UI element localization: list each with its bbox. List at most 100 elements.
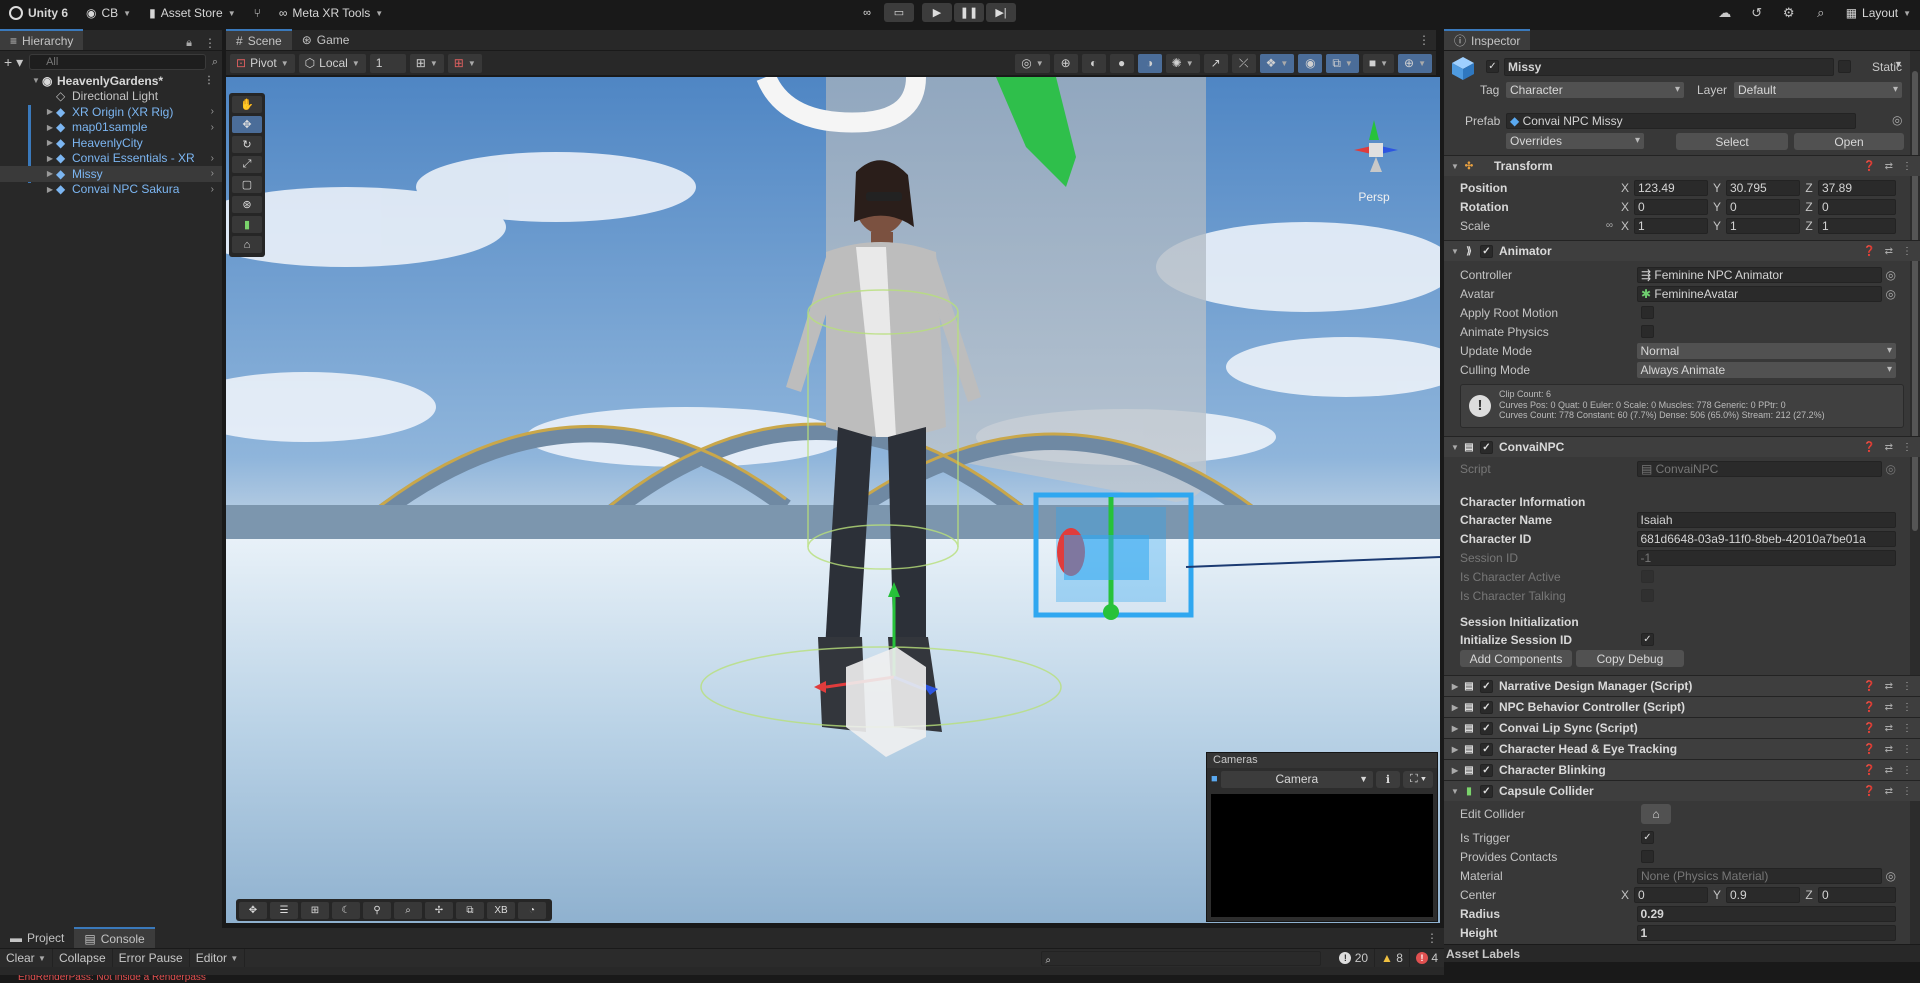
list-item-selected[interactable]: ▶ ◆ Missy › <box>0 166 222 182</box>
link-icon[interactable]: ∞ <box>1606 220 1619 231</box>
list-item[interactable]: ▶ ◆ Convai Essentials - XR › <box>0 151 222 167</box>
convai-npc-component-header[interactable]: ▼ ▤ ✓ ConvaiNPC ❓ ⇄ ⋮ <box>1444 436 1920 457</box>
npc-behavior-controller-header[interactable]: ▶ ▤ ✓ NPC Behavior Controller (Script) ❓… <box>1444 696 1920 717</box>
unity-menu[interactable]: Unity 6 <box>0 0 77 26</box>
center-x-field[interactable]: 0 <box>1634 886 1708 903</box>
component-enabled-checkbox[interactable]: ✓ <box>1480 440 1493 454</box>
help-icon[interactable]: ❓ <box>1863 681 1875 692</box>
status-message[interactable]: EndRenderPass: Not inside a Renderpass <box>18 975 206 983</box>
edit-collider-tool-button[interactable]: ⌂ <box>232 236 262 253</box>
preset-icon[interactable]: ⇄ <box>1885 723 1893 734</box>
chevron-right-icon[interactable]: › <box>211 168 214 179</box>
help-icon[interactable]: ❓ <box>1863 723 1875 734</box>
rotate-tool-button[interactable]: ↻ <box>232 136 262 153</box>
chevron-down-icon[interactable]: ▼ <box>1448 247 1462 256</box>
chevron-right-icon[interactable]: ▶ <box>1448 766 1462 775</box>
center-z-field[interactable]: 0 <box>1818 886 1896 903</box>
status-bar[interactable]: EndRenderPass: Not inside a Renderpass <box>0 975 1920 983</box>
initialize-session-checkbox[interactable]: ✓ <box>1641 633 1654 646</box>
camera-dropdown[interactable]: ■ ▼ <box>1362 53 1395 73</box>
settings-icon[interactable]: ⚙ <box>1773 5 1805 21</box>
shaded-button[interactable]: ◑ <box>1137 53 1162 73</box>
layer-dropdown[interactable]: Default <box>1734 82 1902 98</box>
kebab-menu-icon[interactable]: ⋮ <box>1902 681 1912 692</box>
capsule-collider-header[interactable]: ▼ ▮ ✓ Capsule Collider ❓ ⇄ ⋮ <box>1444 780 1920 801</box>
chevron-down-icon[interactable]: ▼ <box>1448 162 1462 171</box>
help-icon[interactable]: ❓ <box>1863 744 1875 755</box>
meta-link-button[interactable]: ∞ <box>852 3 882 22</box>
chevron-down-icon[interactable]: ▼ <box>1448 443 1462 452</box>
overlay-grid-button[interactable]: ⊞ <box>301 901 329 919</box>
chevron-right-icon[interactable]: ▶ <box>1448 703 1462 712</box>
kebab-menu-icon[interactable]: ⋮ <box>1902 765 1912 776</box>
culling-mode-dropdown[interactable]: Always Animate <box>1636 361 1896 378</box>
layers-dropdown[interactable]: ⧉ ▼ <box>1326 53 1359 73</box>
warning-count-toggle[interactable]: ▲ 8 <box>1375 949 1410 967</box>
lock-icon[interactable]: 🔒︎ <box>180 37 198 50</box>
tab-scene[interactable]: # Scene <box>226 29 292 50</box>
chevron-right-icon[interactable]: › <box>211 122 214 133</box>
tab-hierarchy[interactable]: ≡ Hierarchy <box>0 29 84 50</box>
scene-root[interactable]: ▼ ◉ HeavenlyGardens* ⋮ <box>0 73 222 89</box>
tag-dropdown[interactable]: Character <box>1506 82 1684 98</box>
prefab-select-button[interactable]: Select <box>1676 133 1788 150</box>
list-item[interactable]: ▶ ◆ map01sample › <box>0 120 222 136</box>
transform-component-header[interactable]: ▼ ✣ Transform ❓ ⇄ ⋮ <box>1444 155 1920 176</box>
overlay-compass-button[interactable]: ◔ <box>518 901 546 919</box>
overrides-dropdown[interactable]: Overrides <box>1506 133 1644 149</box>
prefab-field[interactable]: ◆ Convai NPC Missy <box>1506 113 1856 129</box>
history-icon[interactable]: ↺ <box>1741 5 1773 21</box>
kebab-menu-icon[interactable]: ⋮ <box>1902 442 1912 453</box>
preset-icon[interactable]: ⇄ <box>1885 161 1893 172</box>
scale-z-field[interactable]: 1 <box>1818 217 1896 234</box>
meta-xr-tools-dropdown[interactable]: ∞ Meta XR Tools ▼ <box>270 0 392 26</box>
preset-icon[interactable]: ⇄ <box>1885 246 1893 257</box>
help-icon[interactable]: ❓ <box>1863 765 1875 776</box>
chevron-right-icon[interactable]: ▶ <box>1448 745 1462 754</box>
chevron-right-icon[interactable]: ▶ <box>44 185 56 194</box>
animate-physics-checkbox[interactable] <box>1641 325 1654 338</box>
clear-dropdown[interactable]: Clear ▼ <box>0 949 53 967</box>
narrative-design-manager-header[interactable]: ▶ ▤ ✓ Narrative Design Manager (Script) … <box>1444 675 1920 696</box>
head-eye-tracking-header[interactable]: ▶ ▤ ✓ Character Head & Eye Tracking ❓ ⇄ ⋮ <box>1444 738 1920 759</box>
prefab-open-button[interactable]: Open <box>1794 133 1904 150</box>
add-icon[interactable]: + ▾ <box>4 54 23 71</box>
list-item[interactable]: ◇ Directional Light <box>0 89 222 105</box>
provides-contacts-checkbox[interactable] <box>1641 850 1654 863</box>
asset-labels-bar[interactable]: Asset Labels <box>1444 944 1920 962</box>
chevron-down-icon[interactable]: ▼ <box>1894 59 1903 69</box>
audio-toggle[interactable]: ⤫ <box>1231 53 1256 73</box>
collapse-button[interactable]: Collapse <box>53 949 113 967</box>
position-y-field[interactable]: 30.795 <box>1726 179 1800 196</box>
layout-dropdown[interactable]: ▦ Layout ▼ <box>1837 0 1920 26</box>
visibility-toggle[interactable]: ◉ <box>1298 53 1323 73</box>
target-icon[interactable]: ◎ <box>1886 268 1896 282</box>
character-blinking-header[interactable]: ▶ ▤ ✓ Character Blinking ❓ ⇄ ⋮ <box>1444 759 1920 780</box>
hierarchy-search-input[interactable]: All <box>29 54 206 70</box>
error-pause-button[interactable]: Error Pause <box>113 949 190 967</box>
scale-tool-button[interactable]: ⤢ <box>232 156 262 173</box>
convai-lip-sync-header[interactable]: ▶ ▤ ✓ Convai Lip Sync (Script) ❓ ⇄ ⋮ <box>1444 717 1920 738</box>
grid-snap-field[interactable]: 1 <box>369 53 406 73</box>
device-sim-button[interactable]: ▭ <box>884 3 914 22</box>
help-icon[interactable]: ❓ <box>1863 161 1875 172</box>
object-name-field[interactable]: Missy <box>1504 58 1834 76</box>
info-count-toggle[interactable]: ! 20 <box>1333 949 1376 967</box>
scale-y-field[interactable]: 1 <box>1726 217 1800 234</box>
kebab-menu-icon[interactable]: ⋮ <box>1420 931 1444 945</box>
edit-collider-button[interactable]: ⌂ <box>1641 803 1671 824</box>
preset-icon[interactable]: ⇄ <box>1885 681 1893 692</box>
avatar-field[interactable]: ✱ FeminineAvatar <box>1636 285 1882 302</box>
overlay-xb-button[interactable]: XB <box>487 901 515 919</box>
lighting-dropdown[interactable]: ✺ ▼ <box>1165 53 1200 73</box>
overlay-list-button[interactable]: ☰ <box>270 901 298 919</box>
gizmos-dropdown[interactable]: ⊕ ▼ <box>1398 53 1432 73</box>
effects-dropdown[interactable]: ❖ ▼ <box>1259 53 1295 73</box>
rotation-z-field[interactable]: 0 <box>1818 198 1896 215</box>
component-enabled-checkbox[interactable]: ✓ <box>1480 784 1493 798</box>
pivot-dropdown[interactable]: ⊡ Pivot ▼ <box>230 53 295 73</box>
update-mode-dropdown[interactable]: Normal <box>1636 342 1896 359</box>
preset-icon[interactable]: ⇄ <box>1885 765 1893 776</box>
kebab-menu-icon[interactable]: ⋮ <box>1902 246 1912 257</box>
help-icon[interactable]: ❓ <box>1863 786 1875 797</box>
